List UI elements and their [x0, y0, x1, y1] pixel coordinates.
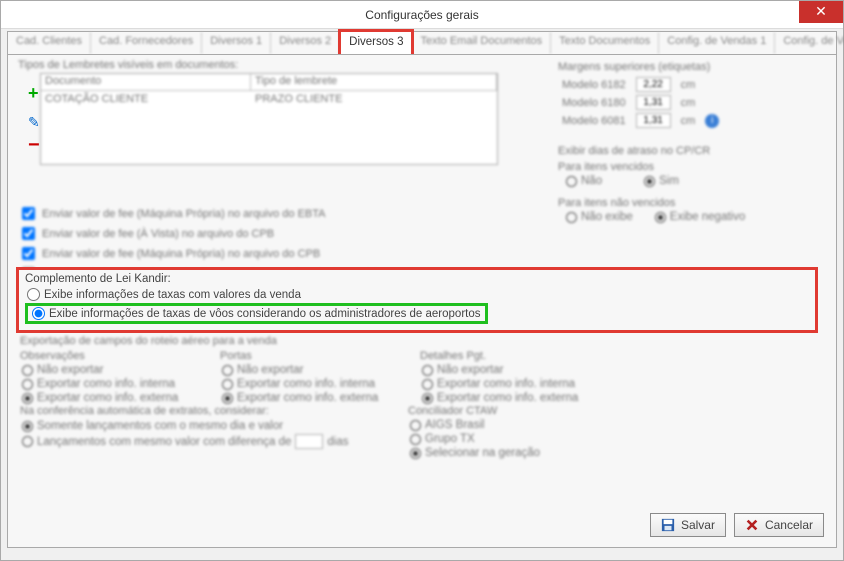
radio-ctaw-2[interactable]: Grupo TX: [410, 433, 608, 445]
extratos-title: Na conferência automática de extratos, c…: [20, 405, 400, 417]
radio-kandir-aeroportos[interactable]: Exibe informações de taxas de vôos consi…: [32, 307, 481, 320]
table-row[interactable]: COTAÇÃO CLIENTE PRAZO CLIENTE: [41, 91, 497, 107]
tabs: Cad. Clientes Cad. Fornecedores Diversos…: [7, 31, 837, 54]
radio-det-1[interactable]: Não exportar: [422, 364, 580, 376]
remove-icon[interactable]: −: [28, 141, 40, 149]
model-name: Modelo 6180: [560, 95, 632, 111]
group-atraso: Exibir dias de atraso no CP/CR Para iten…: [558, 145, 818, 227]
radio-portas-3[interactable]: Exportar como info. externa: [222, 392, 380, 404]
info-icon[interactable]: i: [705, 114, 719, 128]
radio-ctaw-1[interactable]: AIGS Brasil: [410, 419, 608, 431]
model-input[interactable]: [636, 95, 671, 110]
check-fee-cpb-maq[interactable]: Enviar valor de fee (Máquina Própria) no…: [18, 244, 407, 263]
model-name: Modelo 6081: [560, 113, 632, 129]
kandir-title: Complemento de Lei Kandir:: [25, 273, 809, 285]
radio-nao-exibe[interactable]: Não exibe: [566, 211, 633, 223]
model-input[interactable]: [636, 77, 671, 92]
tab-diversos-1[interactable]: Diversos 1: [202, 32, 271, 54]
group-kandir-highlight: Complemento de Lei Kandir: Exibe informa…: [16, 267, 818, 333]
atraso-title: Exibir dias de atraso no CP/CR: [558, 145, 818, 157]
col-tipo: Tipo de lembrete: [251, 74, 497, 90]
radio-nao[interactable]: Não: [566, 175, 602, 187]
page-body: Tipos de Lembretes visíveis em documento…: [7, 54, 837, 548]
group-extratos: Na conferência automática de extratos, c…: [20, 405, 400, 451]
radio-portas-1[interactable]: Não exportar: [222, 364, 380, 376]
model-row: Modelo 6081 cm i: [560, 113, 725, 129]
tab-cad-fornecedores[interactable]: Cad. Fornecedores: [91, 32, 202, 54]
vencidos-title: Para itens vencidos: [558, 161, 818, 173]
lembretes-title: Tipos de Lembretes visíveis em documento…: [18, 59, 498, 71]
tab-texto-doc[interactable]: Texto Documentos: [551, 32, 659, 54]
tab-texto-email-doc[interactable]: Texto Email Documentos: [412, 32, 551, 54]
footer: Salvar Cancelar: [650, 513, 824, 537]
export-title: Exportação de campos do roteio aéreo par…: [20, 335, 580, 347]
save-icon: [661, 518, 675, 532]
tab-diversos-3[interactable]: Diversos 3: [338, 29, 414, 54]
group-export: Exportação de campos do roteio aéreo par…: [20, 335, 580, 406]
radio-det-2[interactable]: Exportar como info. interna: [422, 378, 580, 390]
tab-config-vendas-2[interactable]: Config. de Vendas 2: [775, 32, 844, 54]
ctaw-title: Conciliador CTAW: [408, 405, 608, 417]
radio-ctaw-3[interactable]: Selecionar na geração: [410, 447, 608, 459]
close-button[interactable]: ✕: [799, 1, 843, 23]
model-name: Modelo 6182: [560, 77, 632, 93]
tab-diversos-2[interactable]: Diversos 2: [271, 32, 340, 54]
radio-obs-3[interactable]: Exportar como info. externa: [22, 392, 180, 404]
model-row: Modelo 6180 cm: [560, 95, 725, 111]
radio-extratos-1[interactable]: Somente lançamentos com o mesmo dia e va…: [22, 420, 400, 432]
radio-obs-2[interactable]: Exportar como info. interna: [22, 378, 180, 390]
save-button[interactable]: Salvar: [650, 513, 726, 537]
extratos-dias-input[interactable]: [295, 434, 323, 449]
edit-icon[interactable]: ✎: [28, 114, 40, 131]
window-root: Configurações gerais ✕ Cad. Clientes Cad…: [0, 0, 844, 561]
titlebar: Configurações gerais ✕: [1, 1, 843, 29]
radio-kandir-aeroportos-highlight: Exibe informações de taxas de vôos consi…: [25, 303, 488, 324]
radio-obs-1[interactable]: Não exportar: [22, 364, 180, 376]
unit: cm: [679, 113, 702, 129]
tab-config-vendas-1[interactable]: Config. de Vendas 1: [659, 32, 775, 54]
group-ctaw: Conciliador CTAW AIGS Brasil Grupo TX Se…: [408, 405, 608, 461]
group-margens: Margens superiores (etiquetas) Modelo 61…: [558, 61, 818, 131]
radio-exibe-neg[interactable]: Exibe negativo: [655, 211, 745, 223]
col-detalhes: Detalhes Pgt.: [420, 350, 580, 362]
col-documento: Documento: [41, 74, 251, 90]
col-obs: Observações: [20, 350, 180, 362]
radio-extratos-2[interactable]: Lançamentos com mesmo valor com diferenç…: [22, 434, 400, 449]
unit: cm: [679, 77, 702, 93]
cancel-icon: [745, 518, 759, 532]
cancel-button[interactable]: Cancelar: [734, 513, 824, 537]
margens-title: Margens superiores (etiquetas): [558, 61, 818, 73]
unit: cm: [679, 95, 702, 111]
radio-portas-2[interactable]: Exportar como info. interna: [222, 378, 380, 390]
check-fee-cpb-vista[interactable]: Enviar valor de fee (À Vista) no arquivo…: [18, 224, 407, 243]
radio-kandir-venda[interactable]: Exibe informações de taxas com valores d…: [27, 288, 809, 301]
add-icon[interactable]: +: [28, 83, 40, 104]
radio-det-3[interactable]: Exportar como info. externa: [422, 392, 580, 404]
nao-vencidos-title: Para itens não vencidos: [558, 197, 818, 209]
col-portas: Portas: [220, 350, 380, 362]
cell-doc: COTAÇÃO CLIENTE: [41, 91, 251, 107]
cell-tipo: PRAZO CLIENTE: [251, 91, 346, 107]
window-title: Configurações gerais: [365, 8, 478, 22]
tab-cad-clientes[interactable]: Cad. Clientes: [8, 32, 91, 54]
radio-sim[interactable]: Sim: [644, 175, 679, 187]
lembretes-grid[interactable]: Documento Tipo de lembrete COTAÇÃO CLIEN…: [40, 73, 498, 165]
check-fee-ebta[interactable]: Enviar valor de fee (Máquina Própria) no…: [18, 204, 407, 223]
model-input[interactable]: [636, 113, 671, 128]
model-row: Modelo 6182 cm: [560, 77, 725, 93]
